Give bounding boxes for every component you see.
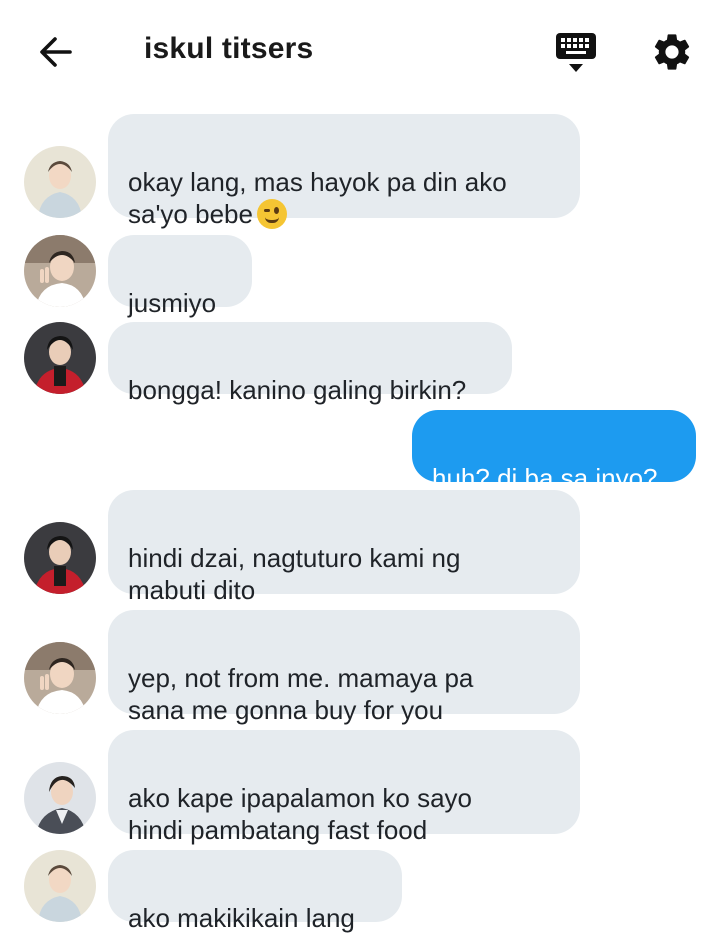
message-text: ako makikikain lang [128,903,355,933]
avatar[interactable] [24,146,96,218]
settings-button[interactable] [650,30,694,74]
message-text: hindi dzai, nagtuturo kami ng mabuti dit… [128,543,461,605]
avatar-dark-suit-icon [24,762,96,834]
avatar-red-jacket-icon [24,522,96,594]
avatar-peace-sign-icon [24,235,96,307]
message-bubble[interactable]: ako makikikain lang [108,850,402,933]
avatar[interactable] [24,762,96,834]
avatar[interactable] [24,642,96,714]
message-bubble[interactable]: okay lang, mas hayok pa din ako sa'yo be… [108,114,580,229]
message-text: jusmiyo [128,288,217,318]
message-text: ako kape ipapalamon ko sayo hindi pambat… [128,783,473,845]
back-button[interactable] [34,30,78,74]
avatar-peace-sign-icon [24,642,96,714]
avatar[interactable] [24,522,96,594]
message-bubble[interactable]: hindi dzai, nagtuturo kami ng mabuti dit… [108,490,580,605]
avatar-light-suit-icon [24,850,96,922]
avatar-light-suit-icon [24,146,96,218]
keyboard-button[interactable] [554,30,598,76]
message-bubble-outgoing[interactable]: huh? di ba sa inyo? [412,410,696,493]
gear-icon [654,34,690,70]
winking-face-icon [256,199,287,229]
message-text: okay lang, mas hayok pa din ako sa'yo be… [128,167,507,229]
avatar-red-jacket-icon [24,322,96,394]
arrow-left-icon [40,37,72,67]
message-bubble[interactable]: bongga! kanino galing birkin? [108,322,512,405]
avatar[interactable] [24,850,96,922]
conversation-title: iskul titsers [144,32,314,65]
message-bubble[interactable]: ako kape ipapalamon ko sayo hindi pambat… [108,730,580,845]
avatar[interactable] [24,235,96,307]
message-text: yep, not from me. mamaya pa sana me gonn… [128,663,474,725]
keyboard-icon [556,33,596,72]
message-text: huh? di ba sa inyo? [432,463,658,493]
chat-header: iskul titsers [0,0,720,100]
message-bubble[interactable]: yep, not from me. mamaya pa sana me gonn… [108,610,580,725]
message-bubble[interactable]: jusmiyo [108,235,252,318]
message-text: bongga! kanino galing birkin? [128,375,467,405]
avatar[interactable] [24,322,96,394]
